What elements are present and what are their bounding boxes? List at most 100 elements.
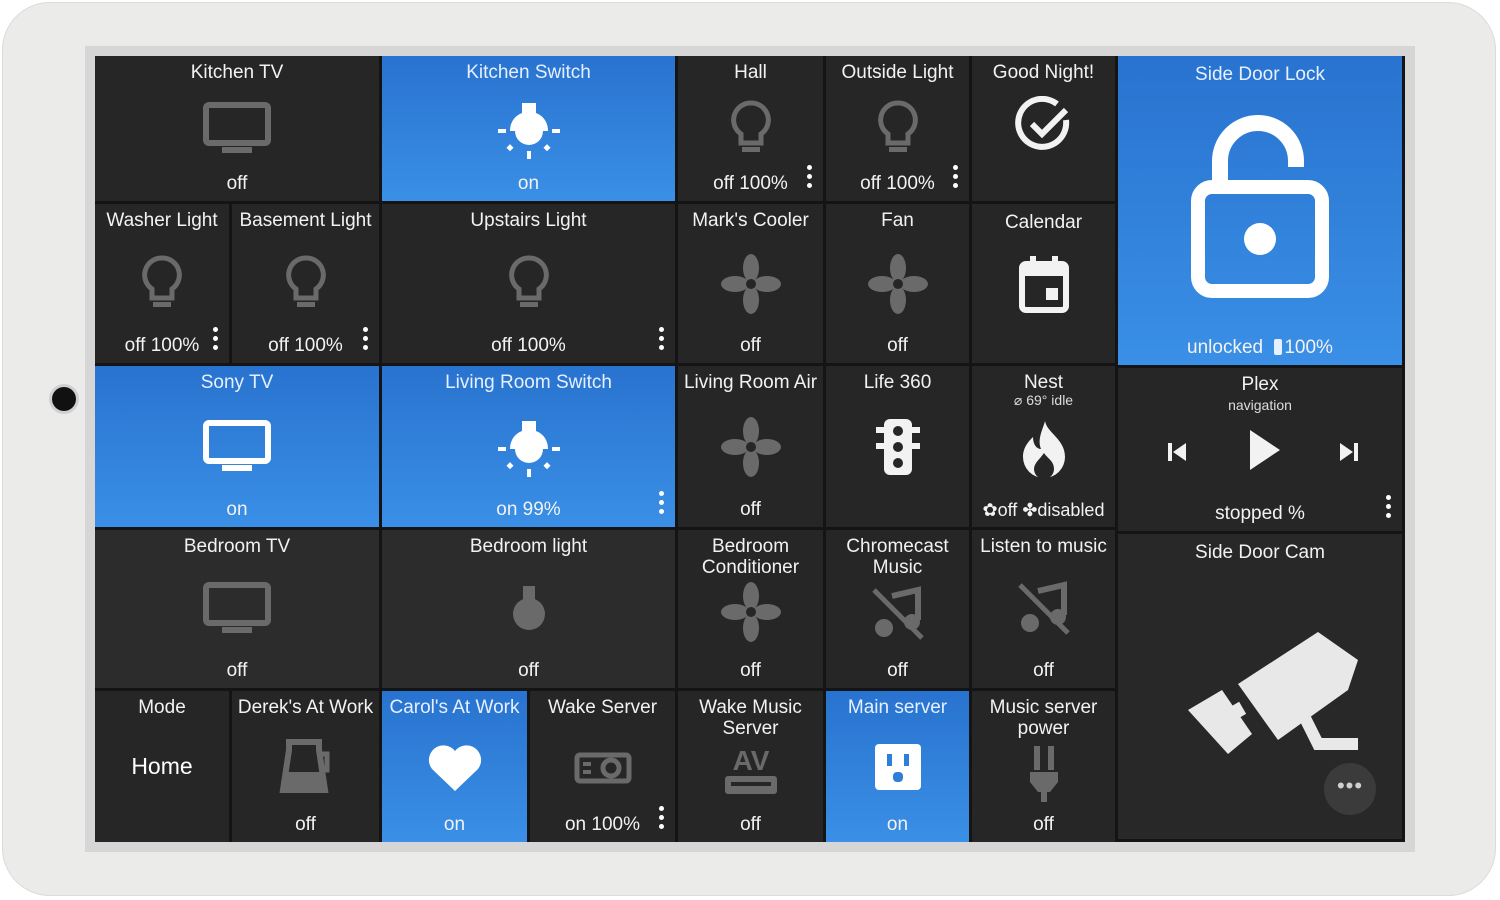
fan-icon: [720, 253, 781, 314]
more-options-icon[interactable]: [807, 165, 813, 191]
tile-listen-to-music[interactable]: Listen to music off: [972, 530, 1118, 691]
bulb-icon: [285, 254, 326, 307]
tile-state: off: [740, 335, 761, 356]
tile-title: Good Night!: [992, 62, 1095, 83]
tile-washer-light[interactable]: Washer Light off 100%: [95, 204, 232, 366]
projector-icon: [574, 752, 631, 783]
more-options-icon[interactable]: [659, 491, 665, 517]
tile-state: off: [226, 173, 248, 194]
thermometer-icon: ⌀: [1013, 392, 1023, 408]
checkmark-circle-icon: [1014, 95, 1069, 150]
more-options-icon[interactable]: [213, 327, 219, 353]
tile-side-door-lock[interactable]: Side Door Lock unlocked 100%: [1118, 56, 1405, 368]
dashboard: Kitchen TV off Kitchen Switch on Hall of…: [95, 56, 1405, 842]
play-icon[interactable]: [1246, 428, 1282, 472]
skip-previous-icon[interactable]: [1166, 440, 1188, 464]
tile-hall[interactable]: Hall off 100%: [678, 56, 826, 204]
more-options-icon[interactable]: [659, 327, 665, 353]
tile-wake-server[interactable]: Wake Server on 100%: [530, 691, 678, 842]
tile-title: Side Door Cam: [1195, 542, 1325, 563]
bulb-icon: [730, 99, 771, 152]
tile-title: Bedroom Conditioner: [701, 536, 800, 578]
tile-state: on 100%: [564, 814, 640, 835]
tile-state: off 100%: [491, 335, 566, 356]
tile-nest[interactable]: Nest ⌀ 69° idle ✿off ✤disabled: [972, 366, 1118, 530]
light-icon: [497, 420, 560, 477]
tile-state: off 100%: [713, 173, 788, 194]
coffee-pot-icon: [279, 738, 329, 793]
tile-kitchen-tv[interactable]: Kitchen TV off: [95, 56, 382, 204]
tile-living-room-switch[interactable]: Living Room Switch on 99%: [382, 366, 678, 530]
tile-title: Basement Light: [239, 210, 372, 231]
heart-icon: [428, 744, 481, 791]
more-options-icon[interactable]: [953, 165, 959, 191]
tile-bedroom-tv[interactable]: Bedroom TV off: [95, 530, 382, 691]
tile-calendar[interactable]: Calendar: [972, 204, 1118, 366]
security-camera-icon: [1188, 632, 1358, 754]
tile-dereks-at-work[interactable]: Derek's At Work off: [232, 691, 382, 842]
skip-next-icon[interactable]: [1338, 440, 1360, 464]
tile-title: Life 360: [863, 372, 932, 393]
more-menu-button[interactable]: •••: [1324, 763, 1376, 815]
nest-mode: off: [997, 500, 1018, 520]
tile-state: on: [517, 173, 540, 194]
tile-sony-tv[interactable]: Sony TV on: [95, 366, 382, 530]
tv-icon: [203, 101, 271, 153]
bulb-icon: [142, 254, 182, 307]
tile-music-server-power[interactable]: Music server power off: [972, 691, 1118, 842]
tile-state: on: [226, 499, 248, 520]
tile-life360[interactable]: Life 360: [826, 366, 972, 530]
more-options-icon[interactable]: [1386, 495, 1392, 521]
tile-marks-cooler[interactable]: Mark's Cooler off: [678, 204, 826, 366]
tile-title: Living Room Air: [683, 372, 818, 393]
tile-fan[interactable]: Fan off: [826, 204, 972, 366]
more-options-icon[interactable]: [363, 327, 369, 353]
tile-wake-music-server[interactable]: Wake Music Server AV off: [678, 691, 826, 842]
light-icon: [512, 586, 545, 630]
tile-state: off: [887, 335, 908, 356]
tile-bedroom-conditioner[interactable]: Bedroom Conditioner off: [678, 530, 826, 691]
fan-small-icon: ✤: [1022, 500, 1038, 520]
tile-title: Outside Light: [841, 62, 954, 83]
tile-state: off: [740, 814, 761, 835]
fan-icon: [720, 582, 781, 643]
lock-state: unlocked: [1187, 337, 1264, 358]
mode-value: Home: [131, 753, 193, 779]
gear-icon: ✿: [982, 500, 998, 520]
tile-kitchen-switch[interactable]: Kitchen Switch on: [382, 56, 678, 204]
tile-title: Music server power: [989, 697, 1098, 739]
tile-chromecast-music[interactable]: Chromecast Music off: [826, 530, 972, 691]
fan-icon: [720, 416, 781, 477]
tile-state: on 99%: [496, 499, 561, 520]
tile-main-server[interactable]: Main server on: [826, 691, 972, 842]
tile-mode[interactable]: Mode Home: [95, 691, 232, 842]
bulb-icon: [877, 99, 918, 152]
tile-title: Hall: [734, 62, 767, 83]
tile-title: Wake Music Server: [699, 697, 802, 739]
tile-state: on: [443, 814, 466, 835]
tile-bedroom-light[interactable]: Bedroom light off: [382, 530, 678, 691]
lock-status: unlocked 100%: [1118, 337, 1402, 359]
tile-carols-at-work[interactable]: Carol's At Work on: [382, 691, 530, 842]
tile-basement-light[interactable]: Basement Light off 100%: [232, 204, 382, 366]
nest-temperature: 69° idle: [1026, 392, 1074, 408]
tile-good-night[interactable]: Good Night!: [972, 56, 1118, 204]
tile-title: Fan: [881, 210, 914, 231]
tile-state: off: [295, 814, 316, 835]
tile-title: Chromecast Music: [846, 536, 949, 578]
flame-icon: [1022, 420, 1065, 479]
tile-outside-light[interactable]: Outside Light off 100%: [826, 56, 972, 204]
tile-plex[interactable]: Plex navigation stopped %: [1118, 368, 1405, 534]
tv-icon: [203, 582, 271, 633]
svg-text:AV: AV: [732, 746, 769, 776]
tile-state: off: [1033, 660, 1054, 681]
nest-fan: disabled: [1037, 500, 1105, 520]
tile-living-room-air[interactable]: Living Room Air off: [678, 366, 826, 530]
tile-upstairs-light[interactable]: Upstairs Light off 100%: [382, 204, 678, 366]
tile-title: Plex: [1241, 374, 1279, 395]
tile-title: Mode: [138, 697, 186, 718]
music-off-icon: [1017, 581, 1070, 635]
outlet-icon: [874, 743, 921, 790]
tile-state: stopped %: [1215, 503, 1305, 524]
more-options-icon[interactable]: [659, 806, 665, 832]
